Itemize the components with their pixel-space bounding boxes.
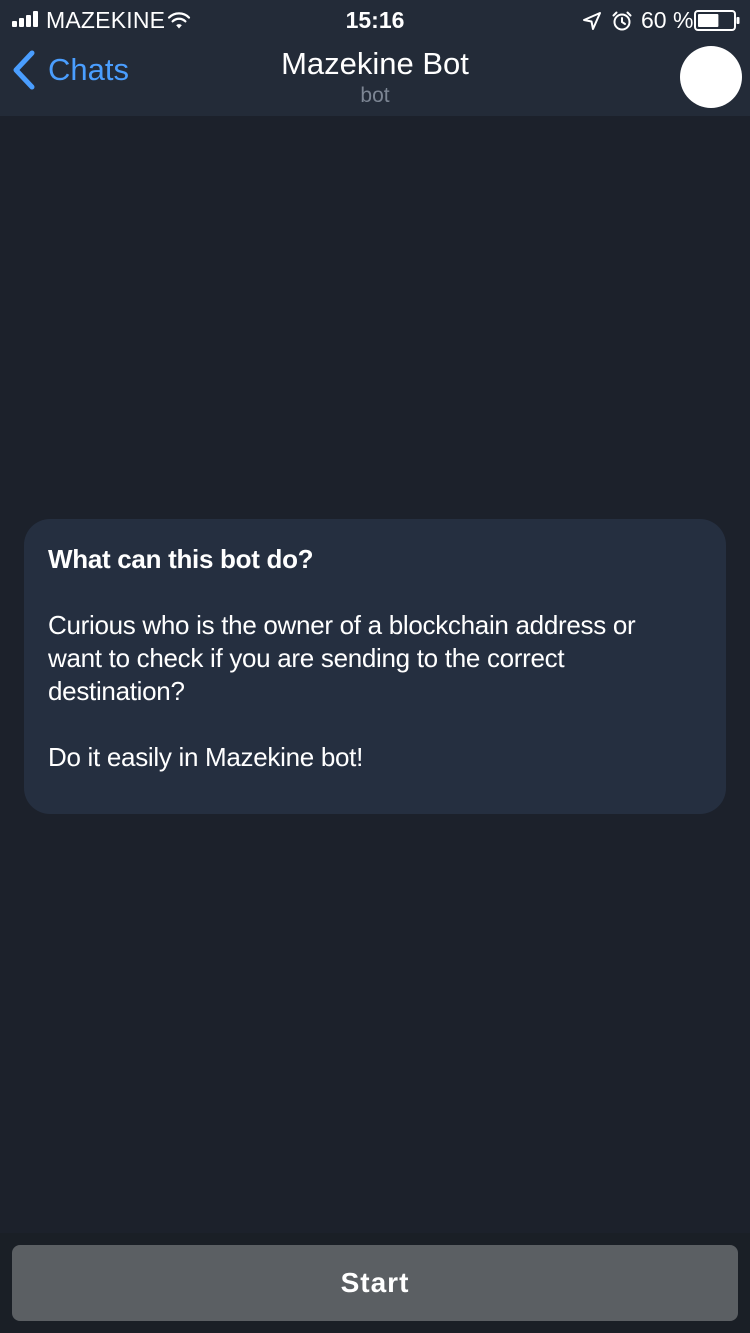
- info-body: Curious who is the owner of a blockchain…: [48, 610, 636, 706]
- chevron-left-icon: [13, 50, 35, 90]
- chat-screen: MAZEKINE 15:16 60 % Chats Mazekine Bot b…: [0, 0, 750, 1333]
- battery-percent: 60 %: [641, 7, 694, 33]
- navigation-bar: Chats Mazekine Bot bot: [0, 40, 750, 116]
- header: MAZEKINE 15:16 60 % Chats Mazekine Bot b…: [0, 0, 750, 116]
- battery-icon: [694, 10, 740, 31]
- bottom-bar: Start: [0, 1233, 750, 1333]
- alarm-clock-icon: [612, 11, 632, 31]
- back-button[interactable]: Chats: [10, 48, 129, 92]
- location-arrow-icon: [583, 12, 601, 30]
- bot-info-card: What can this bot do? Curious who is the…: [24, 519, 726, 814]
- back-label: Chats: [48, 52, 129, 87]
- info-title: What can this bot do?: [48, 544, 314, 574]
- chat-subtitle: bot: [360, 84, 390, 107]
- clock: 15:16: [345, 7, 405, 33]
- status-bar: MAZEKINE 15:16 60 %: [0, 0, 750, 40]
- chat-title: Mazekine Bot: [281, 46, 469, 81]
- chat-title-block[interactable]: Mazekine Bot bot: [200, 44, 550, 108]
- info-footer: Do it easily in Mazekine bot!: [48, 742, 364, 772]
- avatar[interactable]: [680, 46, 742, 108]
- start-button[interactable]: Start: [12, 1245, 738, 1321]
